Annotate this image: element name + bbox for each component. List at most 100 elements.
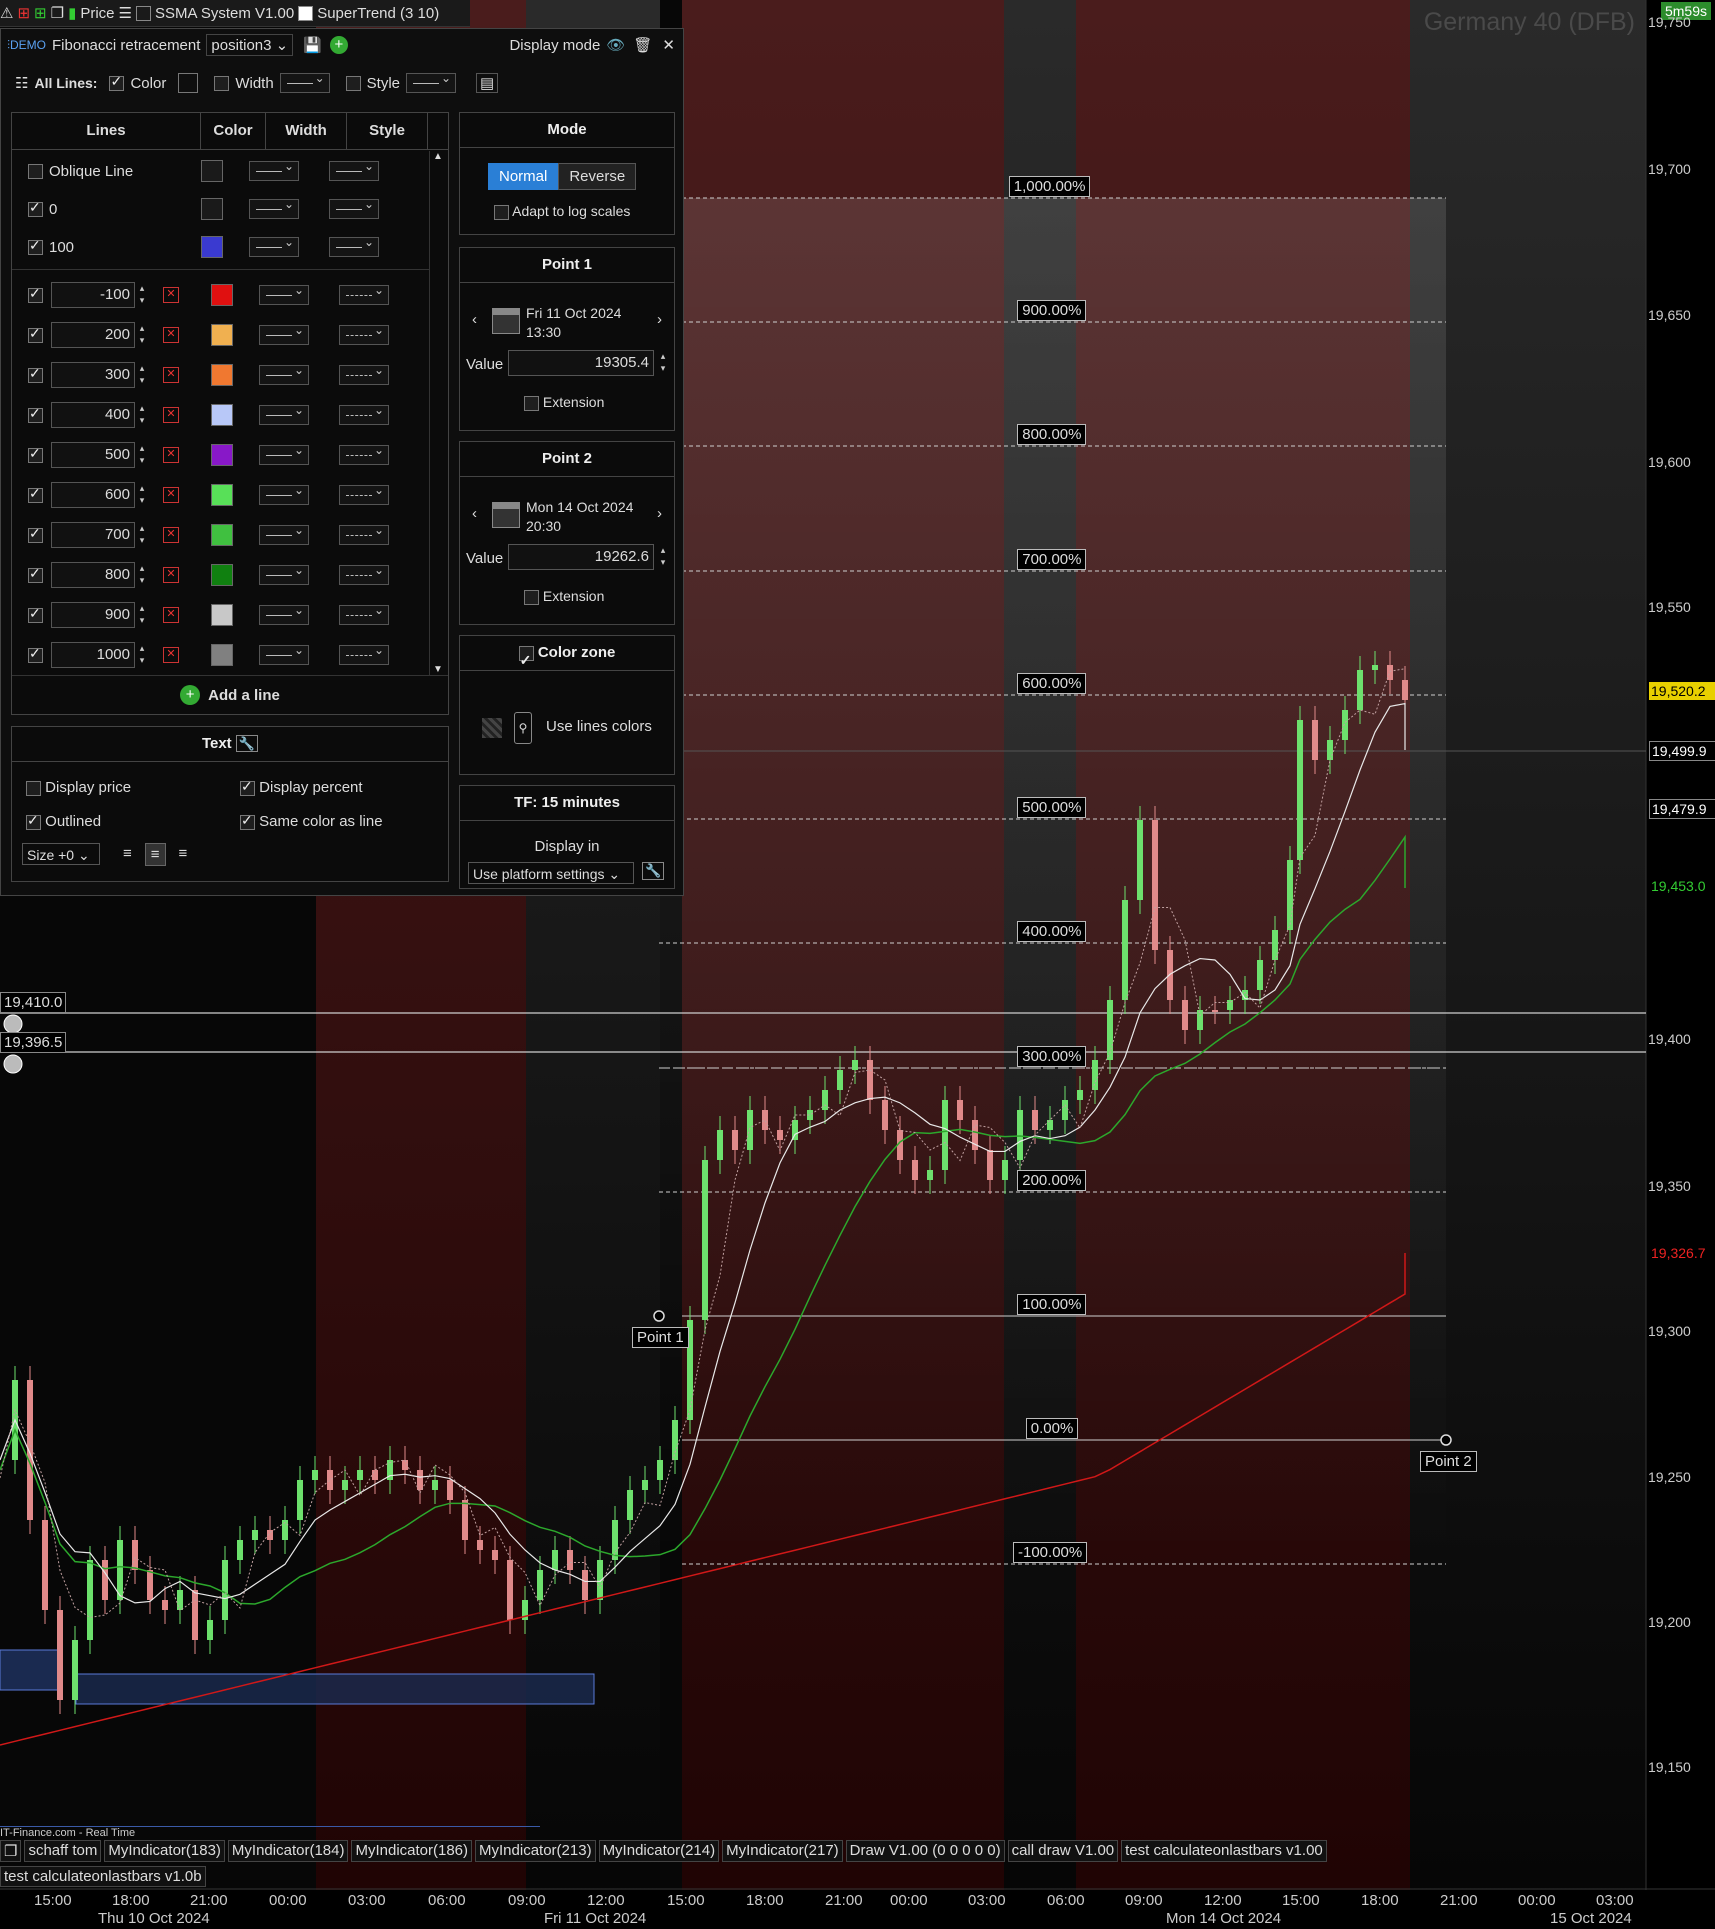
checker-icon[interactable] <box>482 718 502 738</box>
line-width-dropdown[interactable] <box>249 235 299 257</box>
adapt-log-option[interactable]: Adapt to log scales <box>494 203 630 220</box>
level-width-dropdown[interactable] <box>259 483 309 505</box>
prev-date-icon[interactable]: ‹ <box>472 505 477 522</box>
normal-button[interactable]: Normal <box>488 163 559 190</box>
indicator-label[interactable]: MyIndicator(213) <box>475 1840 596 1862</box>
level-color-swatch[interactable] <box>211 484 233 506</box>
same-color-option[interactable]: Same color as line <box>240 812 383 830</box>
line-width-dropdown[interactable] <box>249 197 299 219</box>
level-value-input[interactable]: 600 <box>51 482 135 508</box>
level-width-dropdown[interactable] <box>259 323 309 345</box>
indicator-label[interactable]: test calculateonlastbars v1.0b <box>0 1866 206 1887</box>
line-width-dropdown[interactable] <box>249 159 299 181</box>
point2-spinner[interactable]: ▴ ▾ <box>656 544 670 570</box>
point2-datetime[interactable]: Mon 14 Oct 2024 20:30 <box>526 498 633 536</box>
eye-icon[interactable]: 👁 <box>606 36 625 54</box>
level-width-dropdown[interactable] <box>259 563 309 585</box>
level-style-dropdown[interactable] <box>339 523 389 545</box>
tf-wrench-icon[interactable]: 🔧 <box>642 862 665 880</box>
level-value-input[interactable]: 500 <box>51 442 135 468</box>
point1-extension-option[interactable]: Extension <box>524 394 604 411</box>
level-spinner[interactable]: ▴ ▾ <box>135 482 149 508</box>
level-value-input[interactable]: 1000 <box>51 642 135 668</box>
level-spinner[interactable]: ▴ ▾ <box>135 442 149 468</box>
apply-icon[interactable]: ▤ <box>476 73 499 93</box>
level-spinner[interactable]: ▴ ▾ <box>135 602 149 628</box>
next-date-icon[interactable]: › <box>657 311 662 328</box>
save-icon[interactable]: 💾 <box>303 36 322 54</box>
level-value-input[interactable]: 800 <box>51 562 135 588</box>
level-spinner[interactable]: ▴ ▾ <box>135 362 149 388</box>
level-width-dropdown[interactable] <box>259 403 309 425</box>
level-spinner[interactable]: ▴ ▾ <box>135 522 149 548</box>
all-style-checkbox[interactable] <box>345 75 361 91</box>
indicator-label[interactable]: MyIndicator(217) <box>722 1840 843 1862</box>
level-checkbox[interactable] <box>28 645 43 663</box>
line-style-dropdown[interactable] <box>329 159 379 181</box>
indicator-label[interactable]: MyIndicator(214) <box>598 1840 720 1862</box>
indicator-label[interactable]: schaff tom <box>24 1840 102 1862</box>
preset-select[interactable]: position3 ⌄ <box>206 34 294 56</box>
point2-value-input[interactable]: 19262.6 <box>508 544 654 570</box>
level-style-dropdown[interactable] <box>339 403 389 425</box>
level-color-swatch[interactable] <box>211 444 233 466</box>
level-color-swatch[interactable] <box>211 284 233 306</box>
level-checkbox[interactable] <box>28 365 43 383</box>
level-style-dropdown[interactable] <box>339 363 389 385</box>
next-date-icon[interactable]: › <box>657 505 662 522</box>
level-style-dropdown[interactable] <box>339 283 389 305</box>
delete-level-icon[interactable]: ✕ <box>163 647 179 663</box>
level-color-swatch[interactable] <box>211 404 233 426</box>
ssma-checkbox[interactable] <box>135 5 151 21</box>
level-width-dropdown[interactable] <box>259 363 309 385</box>
level-style-dropdown[interactable] <box>339 443 389 465</box>
indicator-label[interactable]: MyIndicator(183) <box>104 1840 225 1862</box>
level-style-dropdown[interactable] <box>339 563 389 585</box>
level-style-dropdown[interactable] <box>339 483 389 505</box>
warning-icon[interactable]: ⚠ <box>0 4 13 22</box>
line-checkbox[interactable] <box>28 237 43 255</box>
link-icon[interactable]: ⚲ <box>514 712 532 744</box>
line-color-swatch[interactable] <box>201 236 223 258</box>
add-line-button[interactable]: + Add a line <box>12 675 448 714</box>
level-checkbox[interactable] <box>28 445 43 463</box>
supertrend-label[interactable]: SuperTrend (3 10) <box>317 5 439 22</box>
level-width-dropdown[interactable] <box>259 643 309 665</box>
level-color-swatch[interactable] <box>211 564 233 586</box>
level-spinner[interactable]: ▴ ▾ <box>135 322 149 348</box>
level-spinner[interactable]: ▴ ▾ <box>135 642 149 668</box>
display-percent-option[interactable]: Display percent <box>240 778 363 796</box>
wrench-icon[interactable]: 🔧 <box>235 735 259 752</box>
price-label[interactable]: Price <box>80 5 114 22</box>
level-style-dropdown[interactable] <box>339 603 389 625</box>
add-preset-icon[interactable]: + <box>329 36 348 54</box>
level-value-input[interactable]: -100 <box>51 282 135 308</box>
level-color-swatch[interactable] <box>211 604 233 626</box>
indicator-label[interactable]: call draw V1.00 <box>1007 1840 1119 1862</box>
level-checkbox[interactable] <box>28 485 43 503</box>
indicator-label[interactable]: MyIndicator(184) <box>227 1840 349 1862</box>
close-icon[interactable]: ✕ <box>662 36 675 54</box>
list-icon[interactable]: ☰ <box>119 4 132 22</box>
level-width-dropdown[interactable] <box>259 443 309 465</box>
calendar-icon[interactable] <box>492 308 520 334</box>
all-style-dropdown[interactable] <box>406 71 457 93</box>
lines-scrollbar[interactable]: ▲ ▼ <box>429 151 446 675</box>
window-icon[interactable]: ❐ <box>51 4 64 22</box>
level-checkbox[interactable] <box>28 605 43 623</box>
level-spinner[interactable]: ▴ ▾ <box>135 562 149 588</box>
line-style-dropdown[interactable] <box>329 197 379 219</box>
point1-datetime[interactable]: Fri 11 Oct 2024 13:30 <box>526 304 621 342</box>
trash-icon[interactable]: 🗑 <box>633 36 652 54</box>
align-right-icon[interactable]: ≡ <box>174 843 193 866</box>
level-color-swatch[interactable] <box>211 524 233 546</box>
delete-level-icon[interactable]: ✕ <box>163 487 179 503</box>
delete-level-icon[interactable]: ✕ <box>163 287 179 303</box>
level-checkbox[interactable] <box>28 405 43 423</box>
delete-level-icon[interactable]: ✕ <box>163 407 179 423</box>
supertrend-checkbox[interactable] <box>298 5 314 21</box>
line-style-dropdown[interactable] <box>329 235 379 257</box>
level-value-input[interactable]: 900 <box>51 602 135 628</box>
level-value-input[interactable]: 400 <box>51 402 135 428</box>
level-color-swatch[interactable] <box>211 644 233 666</box>
